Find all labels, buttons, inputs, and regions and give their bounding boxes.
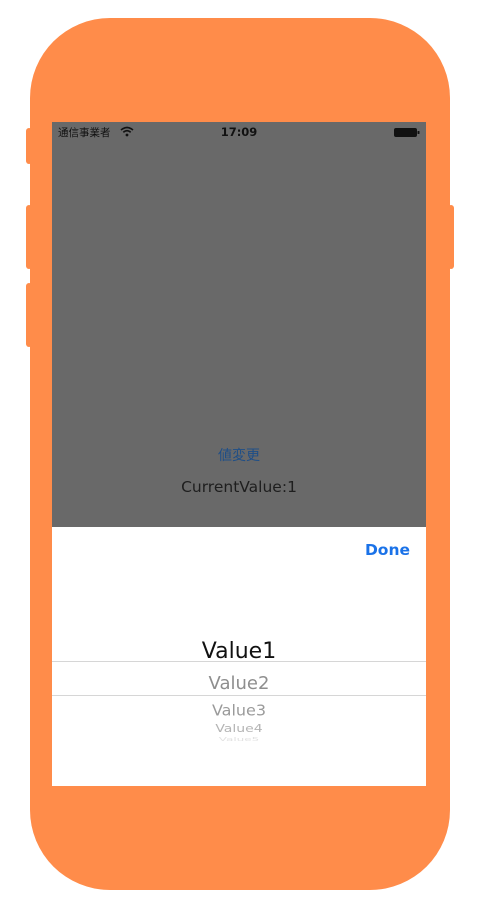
status-bar: 通信事業者 17:09 — [52, 122, 426, 142]
picker-item[interactable]: Value2 — [52, 673, 426, 694]
dimmed-background[interactable]: 通信事業者 17:09 値変更 CurrentValue:1 — [52, 122, 426, 527]
device-screen: 通信事業者 17:09 値変更 CurrentValue:1 Done Valu… — [52, 122, 426, 786]
picker-item[interactable]: Value5 — [52, 736, 426, 742]
picker-item[interactable]: Value4 — [52, 723, 426, 735]
picker-selection-bottom-line — [52, 695, 426, 696]
value-picker[interactable]: Value1 Value2 Value3 Value4 Value5 — [52, 635, 426, 786]
battery-icon — [394, 128, 420, 137]
change-value-link[interactable]: 値変更 — [52, 445, 426, 465]
simulator-stage: 通信事業者 17:09 値変更 CurrentValue:1 Done Valu… — [0, 0, 480, 906]
status-time: 17:09 — [220, 125, 258, 139]
done-button[interactable]: Done — [365, 541, 410, 559]
picker-sheet: Done Value1 Value2 Value3 Value4 Value5 — [52, 527, 426, 786]
picker-item[interactable]: Value3 — [52, 702, 426, 719]
current-value-label: CurrentValue:1 — [181, 478, 297, 496]
picker-item-selected[interactable]: Value1 — [52, 639, 426, 664]
